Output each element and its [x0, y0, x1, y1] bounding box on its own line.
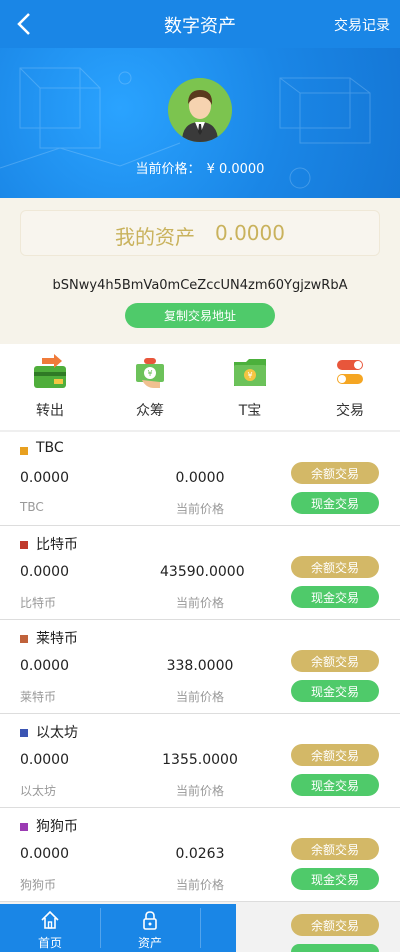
action-crowdfund[interactable]: ¥ 众筹 [100, 350, 200, 430]
coin-balance-unit: 以太坊 [20, 784, 57, 798]
coin-price: 0.0263 [175, 846, 225, 862]
action-tbao[interactable]: ¥ T宝 [200, 350, 300, 430]
my-assets-value: 0.0000 [215, 221, 285, 245]
balance-trade-button[interactable]: 余额交易 [291, 650, 379, 672]
cash-trade-button[interactable]: 现金交易 [291, 680, 379, 702]
balance-trade-button[interactable]: 余额交易 [291, 838, 379, 860]
coin-price-label: 当前价格 [175, 502, 224, 516]
coin-name: 狗狗币 [36, 819, 78, 835]
action-label: 交易 [336, 403, 364, 419]
coin-balance-unit: 莱特币 [20, 690, 57, 704]
cash-trade-button[interactable]: 现金交易 [291, 586, 379, 608]
coin-color-marker [20, 447, 28, 455]
wallet-address: bSNwy4h5BmVa0mCeZccUN4zm60YgjzwRbA [52, 278, 348, 293]
coin-balance: 0.0000 [20, 564, 69, 580]
balance-trade-button[interactable]: 余额交易 [291, 744, 379, 766]
balance-trade-button[interactable]: 余额交易 [291, 556, 379, 578]
folder-yen-icon: ¥ [234, 359, 266, 386]
coin-color-marker [20, 729, 28, 737]
cash-trade-button-partial[interactable] [291, 944, 379, 952]
coin-balance-unit: 比特币 [20, 596, 57, 610]
action-label: 转出 [36, 403, 64, 419]
coin-balance-unit: TBC [20, 500, 44, 514]
wallet-transfer-icon [34, 354, 66, 388]
coin-price-label: 当前价格 [175, 596, 224, 610]
coin-price: 0.0000 [175, 470, 225, 486]
toggle-trade-icon [337, 360, 363, 384]
current-price-line: 当前价格： ¥ 0.0000 [0, 158, 400, 177]
user-avatar-icon [168, 78, 232, 142]
crowdfund-hand-icon: ¥ [136, 358, 164, 388]
coin-balance: 0.0000 [20, 658, 69, 674]
svg-text:¥: ¥ [247, 371, 252, 380]
tab-divider [200, 908, 201, 948]
lock-icon [143, 911, 157, 930]
current-price-value: ¥ 0.0000 [206, 162, 265, 177]
action-label: T宝 [238, 403, 262, 419]
tab-label: 首页 [37, 936, 62, 950]
coin-name: 比特币 [36, 537, 78, 553]
home-icon [41, 910, 59, 929]
coin-name: TBC [36, 440, 64, 456]
coin-price-label: 当前价格 [175, 690, 224, 704]
action-label: 众筹 [136, 403, 164, 419]
action-transfer-out[interactable]: 转出 [0, 350, 100, 430]
copy-address-button[interactable]: 复制交易地址 [125, 303, 275, 328]
coin-balance: 0.0000 [20, 846, 69, 862]
balance-trade-button[interactable]: 余额交易 [291, 914, 379, 936]
coin-price: 43590.0000 [160, 564, 245, 580]
coin-row-btc: 比特币 0.0000 43590.0000 比特币 当前价格 余额交易 现金交易 [0, 526, 400, 620]
tab-home[interactable]: 首页 [0, 904, 100, 952]
coin-balance: 0.0000 [20, 752, 69, 768]
coin-price-label: 当前价格 [175, 784, 224, 798]
my-assets-label: 我的资产 [115, 225, 195, 249]
coin-color-marker [20, 635, 28, 643]
balance-trade-button[interactable]: 余额交易 [291, 462, 379, 484]
cash-trade-button[interactable]: 现金交易 [291, 492, 379, 514]
cash-trade-button[interactable]: 现金交易 [291, 774, 379, 796]
action-row: 转出 ¥ 众筹 ¥ T宝 交易 [0, 344, 400, 434]
coin-price: 1355.0000 [162, 752, 238, 768]
bottom-tab-bar: 首页 资产 [0, 904, 236, 952]
coin-row-tbc: TBC 0.0000 0.0000 TBC 当前价格 余额交易 现金交易 [0, 432, 400, 526]
cash-trade-button[interactable]: 现金交易 [291, 868, 379, 890]
top-nav-bar: 数字资产 交易记录 [0, 0, 400, 48]
coin-name: 莱特币 [36, 631, 78, 647]
coin-row-eth: 以太坊 0.0000 1355.0000 以太坊 当前价格 余额交易 现金交易 [0, 714, 400, 808]
tab-label: 资产 [137, 936, 162, 950]
trade-records-link[interactable]: 交易记录 [334, 15, 390, 35]
coin-color-marker [20, 823, 28, 831]
tab-assets[interactable]: 资产 [100, 904, 200, 952]
coin-balance: 0.0000 [20, 470, 69, 486]
coin-row-ltc: 莱特币 0.0000 338.0000 莱特币 当前价格 余额交易 现金交易 [0, 620, 400, 714]
svg-text:¥: ¥ [147, 369, 152, 378]
coin-name: 以太坊 [36, 725, 78, 741]
coin-price-label: 当前价格 [175, 878, 224, 892]
coin-price: 338.0000 [166, 658, 234, 674]
coin-color-marker [20, 541, 28, 549]
coin-balance-unit: 狗狗币 [20, 878, 57, 892]
current-price-label: 当前价格： [135, 162, 201, 177]
coin-row-doge: 狗狗币 0.0000 0.0263 狗狗币 当前价格 余额交易 现金交易 [0, 808, 400, 902]
my-assets-box: 我的资产 0.0000 [20, 210, 380, 256]
avatar[interactable] [168, 78, 232, 142]
action-trade[interactable]: 交易 [300, 350, 400, 430]
